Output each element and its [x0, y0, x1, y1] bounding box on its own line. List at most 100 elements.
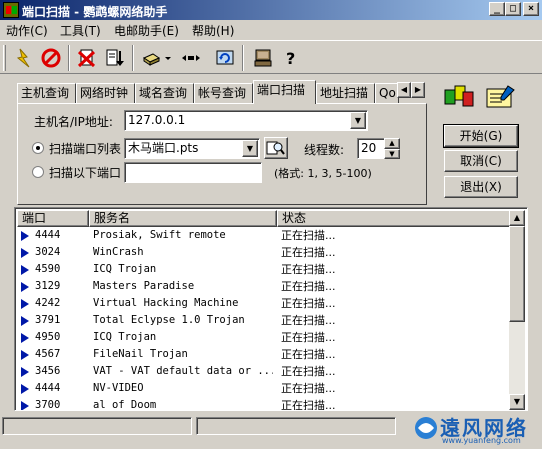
help-icon[interactable]: ?	[278, 45, 304, 71]
cell-service: FileNail Trojan	[93, 348, 188, 360]
edit-list-button[interactable]	[264, 137, 288, 159]
threads-value: 20	[361, 141, 377, 155]
notes-icon[interactable]	[484, 84, 518, 112]
cell-status: 正在扫描...	[281, 280, 336, 293]
cell-port: 3129	[35, 280, 61, 292]
tab-account-lookup[interactable]: 帐号查询	[194, 83, 253, 103]
cell-port: 4567	[35, 348, 61, 360]
play-arrow-icon	[21, 299, 29, 309]
scan-ports-radio[interactable]	[32, 166, 44, 178]
chevron-down-icon[interactable]: ▼	[350, 112, 366, 129]
menu-help[interactable]: 帮助(H)	[192, 22, 234, 39]
play-arrow-icon	[21, 401, 29, 410]
chevron-down-icon[interactable]: ▼	[242, 140, 258, 157]
cell-service: WinCrash	[93, 246, 144, 258]
title-bar[interactable]: 端口扫描 - 鹦鹉螺网络助手 _ □ ×	[0, 0, 542, 20]
menu-tools[interactable]: 工具(T)	[60, 22, 101, 39]
tab-qo[interactable]: Qo	[375, 83, 399, 103]
scroll-thumb[interactable]	[509, 226, 525, 322]
play-arrow-icon	[21, 333, 29, 343]
list-header: 端口 服务名 状态	[17, 210, 511, 227]
chevron-down-icon[interactable]	[162, 45, 174, 71]
refresh-icon[interactable]	[212, 45, 238, 71]
play-arrow-icon	[21, 367, 29, 377]
table-row[interactable]: 4444 NV-VIDEO 正在扫描...	[17, 380, 511, 397]
host-input[interactable]: 127.0.0.1 ▼	[124, 110, 368, 131]
tab-host-lookup[interactable]: 主机查询	[17, 83, 76, 103]
status-pane	[2, 417, 192, 435]
printer-icon[interactable]	[138, 45, 164, 71]
table-row[interactable]: 4567 FileNail Trojan 正在扫描...	[17, 346, 511, 363]
tab-address-scan[interactable]: 地址扫描	[316, 83, 375, 103]
maximize-icon[interactable]: □	[505, 2, 521, 16]
watermark-logo-icon	[415, 417, 437, 439]
watermark: 遠风网络 www.yuanfeng.com	[410, 410, 540, 448]
table-row[interactable]: 3129 Masters Paradise 正在扫描...	[17, 278, 511, 295]
scroll-down-icon[interactable]: ▼	[509, 394, 525, 410]
cell-port: 3456	[35, 365, 61, 377]
scan-list-select[interactable]: 木马端口.pts ▼	[124, 138, 260, 159]
table-row[interactable]: 3456 VAT - VAT default data or ... 正在扫描...	[17, 363, 511, 380]
cell-status: 正在扫描...	[281, 229, 336, 242]
table-row[interactable]: 4444 Prosiak, Swift remote 正在扫描...	[17, 227, 511, 244]
table-row[interactable]: 3024 WinCrash 正在扫描...	[17, 244, 511, 261]
connect-icon[interactable]	[178, 45, 204, 71]
scroll-up-icon[interactable]: ▲	[509, 210, 525, 226]
status-bar	[0, 417, 400, 435]
cell-service: Prosiak, Swift remote	[93, 229, 226, 241]
exit-button[interactable]: 退出(X)	[444, 176, 518, 198]
cell-status: 正在扫描...	[281, 263, 336, 276]
tab-scroll-right-icon[interactable]: ▶	[411, 82, 425, 98]
column-service[interactable]: 服务名	[89, 210, 277, 227]
cell-port: 3791	[35, 314, 61, 326]
cancel-button[interactable]: 取消(C)	[444, 150, 518, 172]
tab-port-scan[interactable]: 端口扫描	[253, 80, 316, 104]
threads-up-icon[interactable]: ▲	[384, 138, 400, 149]
scan-list-radio[interactable]	[32, 142, 44, 154]
app-icon	[3, 2, 19, 18]
vertical-scrollbar[interactable]: ▲ ▼	[509, 210, 525, 410]
host-input-value: 127.0.0.1	[128, 113, 186, 127]
watermark-url: www.yuanfeng.com	[442, 436, 521, 445]
scan-list-label: 扫描端口列表	[49, 142, 122, 156]
table-row[interactable]: 4242 Virtual Hacking Machine 正在扫描...	[17, 295, 511, 312]
cell-service: Masters Paradise	[93, 280, 195, 292]
tab-scroll-left-icon[interactable]: ◀	[397, 82, 411, 98]
start-button[interactable]: 开始(G)	[443, 124, 519, 148]
network-tools-icon[interactable]	[250, 45, 276, 71]
cell-port: 3700	[35, 399, 61, 410]
play-arrow-icon	[21, 350, 29, 360]
delete-icon[interactable]	[74, 45, 100, 71]
scan-ports-input[interactable]	[124, 162, 262, 183]
menu-email-assistant[interactable]: 电邮助手(E)	[114, 22, 179, 39]
play-arrow-icon	[21, 231, 29, 241]
lightning-icon[interactable]	[10, 45, 36, 71]
results-list[interactable]: 端口 服务名 状态 4444 Prosiak, Swift remote 正在扫描.…	[14, 207, 528, 411]
play-arrow-icon	[21, 265, 29, 275]
play-arrow-icon	[21, 316, 29, 326]
minimize-icon[interactable]: _	[489, 2, 505, 16]
tab-network-clock[interactable]: 网络时钟	[76, 83, 135, 103]
cell-service: VAT - VAT default data or ...	[93, 365, 273, 377]
stop-icon[interactable]	[38, 45, 64, 71]
threads-label: 线程数:	[304, 143, 345, 157]
cell-service: ICQ Trojan	[93, 263, 157, 275]
table-row[interactable]: 4590 ICQ Trojan 正在扫描...	[17, 261, 511, 278]
cell-status: 正在扫描...	[281, 382, 336, 395]
menu-bar: 动作(C) 工具(T) 电邮助手(E) 帮助(H)	[0, 20, 542, 39]
tab-domain-lookup[interactable]: 域名查询	[135, 83, 194, 103]
save-icon[interactable]	[102, 45, 128, 71]
cell-service: Total Eclypse 1.0 Trojan	[93, 314, 245, 326]
threads-down-icon[interactable]: ▼	[384, 149, 400, 159]
table-row[interactable]: 3700 al of Doom 正在扫描...	[17, 397, 511, 410]
threads-input[interactable]: 20	[357, 138, 385, 159]
close-icon[interactable]: ×	[523, 2, 539, 16]
table-row[interactable]: 4950 ICQ Trojan 正在扫描...	[17, 329, 511, 346]
cell-service: al of Doom	[93, 399, 157, 410]
menu-action[interactable]: 动作(C)	[6, 22, 48, 39]
status-pane	[196, 417, 396, 435]
column-status[interactable]: 状态	[277, 210, 511, 227]
host-db-icon[interactable]	[443, 84, 477, 112]
table-row[interactable]: 3791 Total Eclypse 1.0 Trojan 正在扫描...	[17, 312, 511, 329]
column-port[interactable]: 端口	[17, 210, 89, 227]
